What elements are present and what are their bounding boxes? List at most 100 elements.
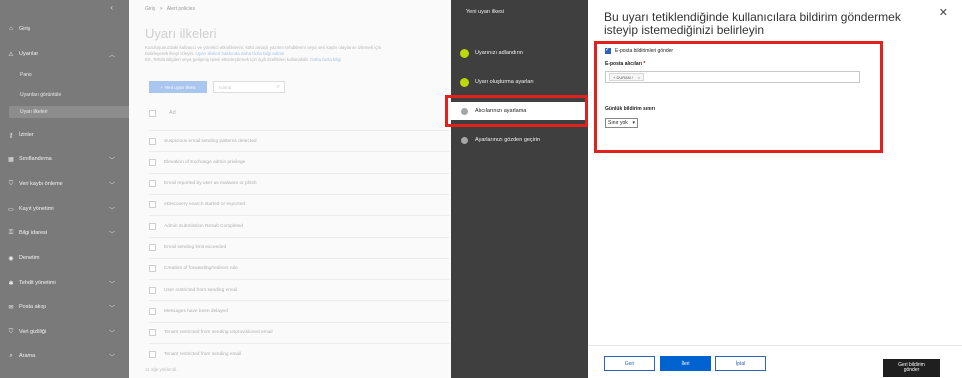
new-alert-policy-button[interactable]: + Yeni uyarı ilkesi xyxy=(149,81,207,93)
chevron-down-icon: ﹀ xyxy=(108,330,115,337)
table-row[interactable]: Messages have been delayed xyxy=(149,300,449,321)
policy-name: Tenant restricted from sending unprovisi… xyxy=(164,330,273,336)
nav-sub-dashboard[interactable]: Pano xyxy=(20,72,32,78)
row-checkbox[interactable] xyxy=(149,180,156,188)
chevron-down-icon: ﹀ xyxy=(108,157,115,164)
nav-item-data-privacy[interactable]: ⛉ Veri gizliliği ﹀ xyxy=(7,326,123,338)
nav-item-search[interactable]: ⌕ Arama ﹀ xyxy=(7,350,123,362)
row-checkbox[interactable] xyxy=(149,201,156,209)
nav-item-label: Giriş xyxy=(19,26,31,32)
table-row[interactable]: User restricted from sending email xyxy=(149,279,449,300)
table-row[interactable]: Creation of forwarding/redirect rule xyxy=(149,257,449,279)
policy-name: Messages have been delayed xyxy=(164,308,228,314)
nav-item-label: Veri kaybı önleme xyxy=(19,181,63,187)
nav-item-label: Denetim xyxy=(19,255,40,261)
nav-item-classification[interactable]: ▦ Sınıflandırma ﹀ xyxy=(7,153,123,165)
nav-item-records[interactable]: ▭ Kayıt yönetimi ﹀ xyxy=(7,203,123,215)
learn-more-link[interactable]: Uyarı ilkeleri hakkında daha fazla bilgi… xyxy=(196,51,285,56)
highlight-box-recipients-settings xyxy=(594,41,883,153)
nav-item-home[interactable]: ⌂ Giriş xyxy=(7,23,123,35)
search-icon: ⌕ xyxy=(276,83,280,90)
table-row[interactable]: Email sending limit exceeded xyxy=(149,236,449,258)
policy-name: User restricted from sending email xyxy=(164,287,238,293)
lock-icon: ⚿ xyxy=(8,229,14,236)
column-header-label: Ad xyxy=(169,110,176,116)
nav-item-audit[interactable]: ◉ Denetim xyxy=(7,252,123,264)
chevron-down-icon: ﹀ xyxy=(108,207,115,214)
back-button[interactable]: Geri xyxy=(604,356,655,371)
step-pending-icon xyxy=(461,136,468,144)
nav-item-dlp[interactable]: ⛉ Veri kaybı önleme ﹀ xyxy=(7,178,123,190)
panel-title: Bu uyarı tetiklendiğinde kullanıcılara b… xyxy=(604,10,901,37)
collapse-nav-icon[interactable]: ‹ xyxy=(110,3,113,12)
policy-name: Elevation of Exchange admin privilege xyxy=(164,159,246,165)
row-checkbox[interactable] xyxy=(149,350,156,358)
table-row[interactable]: Suspicious email sending patterns detect… xyxy=(149,130,449,151)
wizard-step-alert-settings[interactable]: Uyarı oluşturma ayarları xyxy=(451,73,588,91)
wizard-steps-panel: Yeni uyarı ilkesi Uyarınızı adlandırın U… xyxy=(451,0,588,378)
grid-icon: ▦ xyxy=(8,156,14,163)
row-checkbox[interactable] xyxy=(149,137,156,145)
policy-name: Admin Submission Result Completed xyxy=(164,223,244,229)
description-text: E5, Tehdit Bilgileri veya gelişmiş işlev… xyxy=(145,57,311,62)
search-placeholder: Arama xyxy=(218,84,232,90)
chevron-down-icon: ﹀ xyxy=(108,354,115,361)
table-row[interactable]: Tenant restricted from sending email xyxy=(149,343,449,364)
table-row[interactable]: Tenant restricted from sending unprovisi… xyxy=(149,321,449,343)
nav-item-label: İzinler xyxy=(19,132,34,138)
search-input[interactable]: Arama ⌕ xyxy=(213,81,285,93)
wizard-step-name-alert[interactable]: Uyarınızı adlandırın xyxy=(451,44,588,62)
table-row[interactable]: eDiscovery search started or exported xyxy=(149,193,449,215)
more-info-link[interactable]: Daha fazla bilgi xyxy=(310,57,341,62)
nav-item-label: Sınıflandırma xyxy=(19,156,52,162)
wizard-title: Yeni uyarı ilkesi xyxy=(466,9,505,15)
footer-divider xyxy=(588,345,962,346)
policy-name: Suspicious email sending patterns detect… xyxy=(164,138,257,144)
breadcrumb-home[interactable]: Giriş xyxy=(145,6,155,12)
nav-item-mail-flow[interactable]: ✉ Posta akışı ﹀ xyxy=(7,301,123,313)
chevron-down-icon: ﹀ xyxy=(108,305,115,312)
select-all-checkbox[interactable] xyxy=(149,110,156,117)
cancel-button[interactable]: İptal xyxy=(715,356,766,371)
row-checkbox[interactable] xyxy=(149,244,156,251)
chevron-down-icon: ﹀ xyxy=(108,231,115,238)
column-header-name[interactable]: Ad xyxy=(149,110,176,117)
mail-icon: ✉ xyxy=(8,304,14,311)
table-row[interactable]: Elevation of Exchange admin privilege xyxy=(149,151,449,172)
feedback-button[interactable]: Geri bildirim gönder xyxy=(883,359,940,377)
wizard-step-review-settings[interactable]: Ayarlarınızı gözden geçirin xyxy=(451,131,588,149)
wizard-step-label: Uyarı oluşturma ayarları xyxy=(475,79,534,85)
nav-item-label: Arama xyxy=(19,353,36,359)
row-checkbox[interactable] xyxy=(149,286,156,294)
row-checkbox[interactable] xyxy=(149,265,156,273)
main-content: Giriş > Alert policies Uyarı ilkeleri Ku… xyxy=(129,0,451,378)
row-checkbox[interactable] xyxy=(149,307,156,315)
eye-icon: ◉ xyxy=(8,255,14,262)
policy-name: Tenant restricted from sending email xyxy=(164,351,242,357)
chevron-down-icon: ﹀ xyxy=(108,182,115,189)
items-loaded-status: 11 öğe yüklendi. xyxy=(145,367,178,372)
nav-item-alerts[interactable]: ⚠ Uyarılar ︿ xyxy=(7,48,123,60)
step-complete-icon xyxy=(460,48,469,58)
nav-item-label: Veri gizliliği xyxy=(19,329,47,335)
nav-item-info-governance[interactable]: ⚿ Bilgi idaresi ﹀ xyxy=(7,227,123,239)
row-checkbox[interactable] xyxy=(149,158,156,166)
next-button[interactable]: İleri xyxy=(660,356,711,371)
row-checkbox[interactable] xyxy=(149,329,156,337)
policy-name: Creation of forwarding/redirect rule xyxy=(164,266,238,272)
feedback-line: gönder xyxy=(903,367,920,373)
nav-item-label: Bilgi idaresi xyxy=(19,230,48,236)
policy-name: Email sending limit exceeded xyxy=(164,245,227,250)
breadcrumb-current: Alert policies xyxy=(166,6,196,12)
close-icon[interactable]: ✕ xyxy=(939,6,948,19)
home-icon: ⌂ xyxy=(9,26,13,32)
nav-item-permissions[interactable]: ⚷ İzinler xyxy=(7,129,123,141)
folder-icon: ▭ xyxy=(8,206,14,213)
table-row[interactable]: Email reported by user as malware or phi… xyxy=(149,172,449,194)
nav-sub-view-alerts[interactable]: Uyarıları görüntüle xyxy=(20,92,61,98)
nav-item-threat-management[interactable]: ✱ Tehdit yönetimi ﹀ xyxy=(7,277,123,289)
table-row[interactable]: Admin Submission Result Completed xyxy=(149,215,449,236)
page-title: Uyarı ilkeleri xyxy=(145,26,217,41)
row-checkbox[interactable] xyxy=(149,222,156,230)
nav-sub-alert-policies[interactable]: Uyarı ilkeleri xyxy=(9,106,129,118)
